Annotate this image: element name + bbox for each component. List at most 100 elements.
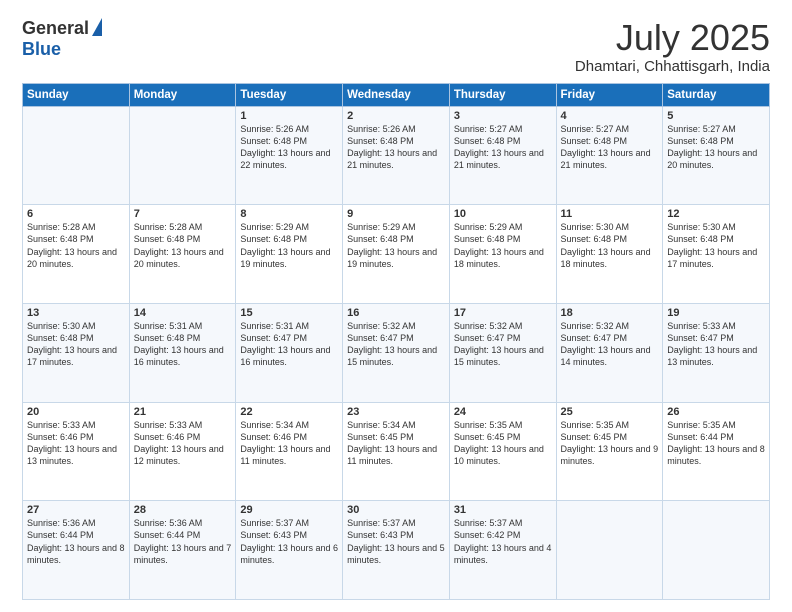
- table-cell: [23, 106, 130, 205]
- cell-text: Sunrise: 5:29 AMSunset: 6:48 PMDaylight:…: [240, 222, 330, 268]
- day-number: 4: [561, 110, 659, 122]
- day-number: 31: [454, 504, 552, 516]
- day-number: 16: [347, 307, 445, 319]
- table-cell: 17 Sunrise: 5:32 AMSunset: 6:47 PMDayligh…: [449, 303, 556, 402]
- calendar-week-1: 1 Sunrise: 5:26 AMSunset: 6:48 PMDaylight…: [23, 106, 770, 205]
- day-number: 10: [454, 208, 552, 220]
- table-cell: 4 Sunrise: 5:27 AMSunset: 6:48 PMDaylight…: [556, 106, 663, 205]
- logo-general-text: General: [22, 18, 89, 39]
- cell-text: Sunrise: 5:32 AMSunset: 6:47 PMDaylight:…: [454, 321, 544, 367]
- cell-text: Sunrise: 5:33 AMSunset: 6:46 PMDaylight:…: [27, 420, 117, 466]
- cell-text: Sunrise: 5:35 AMSunset: 6:44 PMDaylight:…: [667, 420, 765, 466]
- cell-text: Sunrise: 5:31 AMSunset: 6:48 PMDaylight:…: [134, 321, 224, 367]
- table-cell: 18Sunrise: 5:32 AMSunset: 6:47 PMDayligh…: [556, 303, 663, 402]
- table-cell: 5 Sunrise: 5:27 AMSunset: 6:48 PMDaylight…: [663, 106, 770, 205]
- cell-text: Sunrise: 5:33 AMSunset: 6:47 PMDaylight:…: [667, 321, 757, 367]
- table-cell: 22Sunrise: 5:34 AMSunset: 6:46 PMDayligh…: [236, 402, 343, 501]
- table-cell: [129, 106, 236, 205]
- cell-text: Sunrise: 5:27 AMSunset: 6:48 PMDaylight:…: [454, 124, 544, 170]
- table-cell: [663, 501, 770, 600]
- table-cell: 23 Sunrise: 5:34 AMSunset: 6:45 PMDayligh…: [343, 402, 450, 501]
- calendar-header-row: Sunday Monday Tuesday Wednesday Thursday…: [23, 83, 770, 106]
- day-number: 3: [454, 110, 552, 122]
- day-number: 7: [134, 208, 232, 220]
- day-number: 15: [240, 307, 338, 319]
- day-number: 17: [454, 307, 552, 319]
- day-number: 22: [240, 406, 338, 418]
- day-number: 1: [240, 110, 338, 122]
- day-number: 27: [27, 504, 125, 516]
- cell-text: Sunrise: 5:27 AMSunset: 6:48 PMDaylight:…: [667, 124, 757, 170]
- day-number: 23: [347, 406, 445, 418]
- calendar-week-2: 6 Sunrise: 5:28 AMSunset: 6:48 PMDaylight…: [23, 205, 770, 304]
- cell-text: Sunrise: 5:35 AMSunset: 6:45 PMDaylight:…: [454, 420, 544, 466]
- table-cell: 2 Sunrise: 5:26 AMSunset: 6:48 PMDaylight…: [343, 106, 450, 205]
- table-cell: 15Sunrise: 5:31 AMSunset: 6:47 PMDayligh…: [236, 303, 343, 402]
- cell-text: Sunrise: 5:36 AMSunset: 6:44 PMDaylight:…: [27, 518, 125, 564]
- cell-text: Sunrise: 5:35 AMSunset: 6:45 PMDaylight:…: [561, 420, 659, 466]
- cell-text: Sunrise: 5:33 AMSunset: 6:46 PMDaylight:…: [134, 420, 224, 466]
- cell-text: Sunrise: 5:32 AMSunset: 6:47 PMDaylight:…: [347, 321, 437, 367]
- table-cell: [556, 501, 663, 600]
- day-number: 9: [347, 208, 445, 220]
- cell-text: Sunrise: 5:28 AMSunset: 6:48 PMDaylight:…: [134, 222, 224, 268]
- logo: General Blue: [22, 18, 102, 60]
- day-number: 30: [347, 504, 445, 516]
- cell-text: Sunrise: 5:29 AMSunset: 6:48 PMDaylight:…: [347, 222, 437, 268]
- day-number: 26: [667, 406, 765, 418]
- table-cell: 25Sunrise: 5:35 AMSunset: 6:45 PMDayligh…: [556, 402, 663, 501]
- day-number: 19: [667, 307, 765, 319]
- logo-triangle-icon: [92, 18, 102, 36]
- table-cell: 8 Sunrise: 5:29 AMSunset: 6:48 PMDaylight…: [236, 205, 343, 304]
- table-cell: 6 Sunrise: 5:28 AMSunset: 6:48 PMDaylight…: [23, 205, 130, 304]
- table-cell: 31Sunrise: 5:37 AMSunset: 6:42 PMDayligh…: [449, 501, 556, 600]
- cell-text: Sunrise: 5:37 AMSunset: 6:43 PMDaylight:…: [240, 518, 338, 564]
- day-number: 12: [667, 208, 765, 220]
- table-cell: 9 Sunrise: 5:29 AMSunset: 6:48 PMDaylight…: [343, 205, 450, 304]
- table-cell: 24 Sunrise: 5:35 AMSunset: 6:45 PMDayligh…: [449, 402, 556, 501]
- calendar-week-4: 20Sunrise: 5:33 AMSunset: 6:46 PMDayligh…: [23, 402, 770, 501]
- calendar-week-3: 13Sunrise: 5:30 AMSunset: 6:48 PMDayligh…: [23, 303, 770, 402]
- table-cell: 1Sunrise: 5:26 AMSunset: 6:48 PMDaylight…: [236, 106, 343, 205]
- table-cell: 30 Sunrise: 5:37 AMSunset: 6:43 PMDayligh…: [343, 501, 450, 600]
- day-number: 5: [667, 110, 765, 122]
- col-monday: Monday: [129, 83, 236, 106]
- table-cell: 27 Sunrise: 5:36 AMSunset: 6:44 PMDayligh…: [23, 501, 130, 600]
- table-cell: 10Sunrise: 5:29 AMSunset: 6:48 PMDayligh…: [449, 205, 556, 304]
- cell-text: Sunrise: 5:28 AMSunset: 6:48 PMDaylight:…: [27, 222, 117, 268]
- col-tuesday: Tuesday: [236, 83, 343, 106]
- day-number: 21: [134, 406, 232, 418]
- day-number: 2: [347, 110, 445, 122]
- table-cell: 16 Sunrise: 5:32 AMSunset: 6:47 PMDayligh…: [343, 303, 450, 402]
- day-number: 8: [240, 208, 338, 220]
- cell-text: Sunrise: 5:32 AMSunset: 6:47 PMDaylight:…: [561, 321, 651, 367]
- col-wednesday: Wednesday: [343, 83, 450, 106]
- cell-text: Sunrise: 5:30 AMSunset: 6:48 PMDaylight:…: [561, 222, 651, 268]
- col-friday: Friday: [556, 83, 663, 106]
- cell-text: Sunrise: 5:36 AMSunset: 6:44 PMDaylight:…: [134, 518, 232, 564]
- logo-blue-text: Blue: [22, 39, 61, 60]
- cell-text: Sunrise: 5:27 AMSunset: 6:48 PMDaylight:…: [561, 124, 651, 170]
- day-number: 24: [454, 406, 552, 418]
- cell-text: Sunrise: 5:26 AMSunset: 6:48 PMDaylight:…: [347, 124, 437, 170]
- cell-text: Sunrise: 5:34 AMSunset: 6:45 PMDaylight:…: [347, 420, 437, 466]
- table-cell: 13Sunrise: 5:30 AMSunset: 6:48 PMDayligh…: [23, 303, 130, 402]
- col-thursday: Thursday: [449, 83, 556, 106]
- calendar: Sunday Monday Tuesday Wednesday Thursday…: [22, 83, 770, 600]
- day-number: 13: [27, 307, 125, 319]
- col-sunday: Sunday: [23, 83, 130, 106]
- header-right: July 2025 Dhamtari, Chhattisgarh, India: [575, 18, 770, 75]
- page: General Blue July 2025 Dhamtari, Chhatti…: [0, 0, 792, 612]
- day-number: 6: [27, 208, 125, 220]
- day-number: 11: [561, 208, 659, 220]
- table-cell: 11 Sunrise: 5:30 AMSunset: 6:48 PMDayligh…: [556, 205, 663, 304]
- cell-text: Sunrise: 5:37 AMSunset: 6:43 PMDaylight:…: [347, 518, 445, 564]
- table-cell: 28Sunrise: 5:36 AMSunset: 6:44 PMDayligh…: [129, 501, 236, 600]
- month-title: July 2025: [575, 18, 770, 58]
- header: General Blue July 2025 Dhamtari, Chhatti…: [22, 18, 770, 75]
- table-cell: 20Sunrise: 5:33 AMSunset: 6:46 PMDayligh…: [23, 402, 130, 501]
- table-cell: 14Sunrise: 5:31 AMSunset: 6:48 PMDayligh…: [129, 303, 236, 402]
- table-cell: 3 Sunrise: 5:27 AMSunset: 6:48 PMDaylight…: [449, 106, 556, 205]
- table-cell: 26 Sunrise: 5:35 AMSunset: 6:44 PMDayligh…: [663, 402, 770, 501]
- table-cell: 19 Sunrise: 5:33 AMSunset: 6:47 PMDayligh…: [663, 303, 770, 402]
